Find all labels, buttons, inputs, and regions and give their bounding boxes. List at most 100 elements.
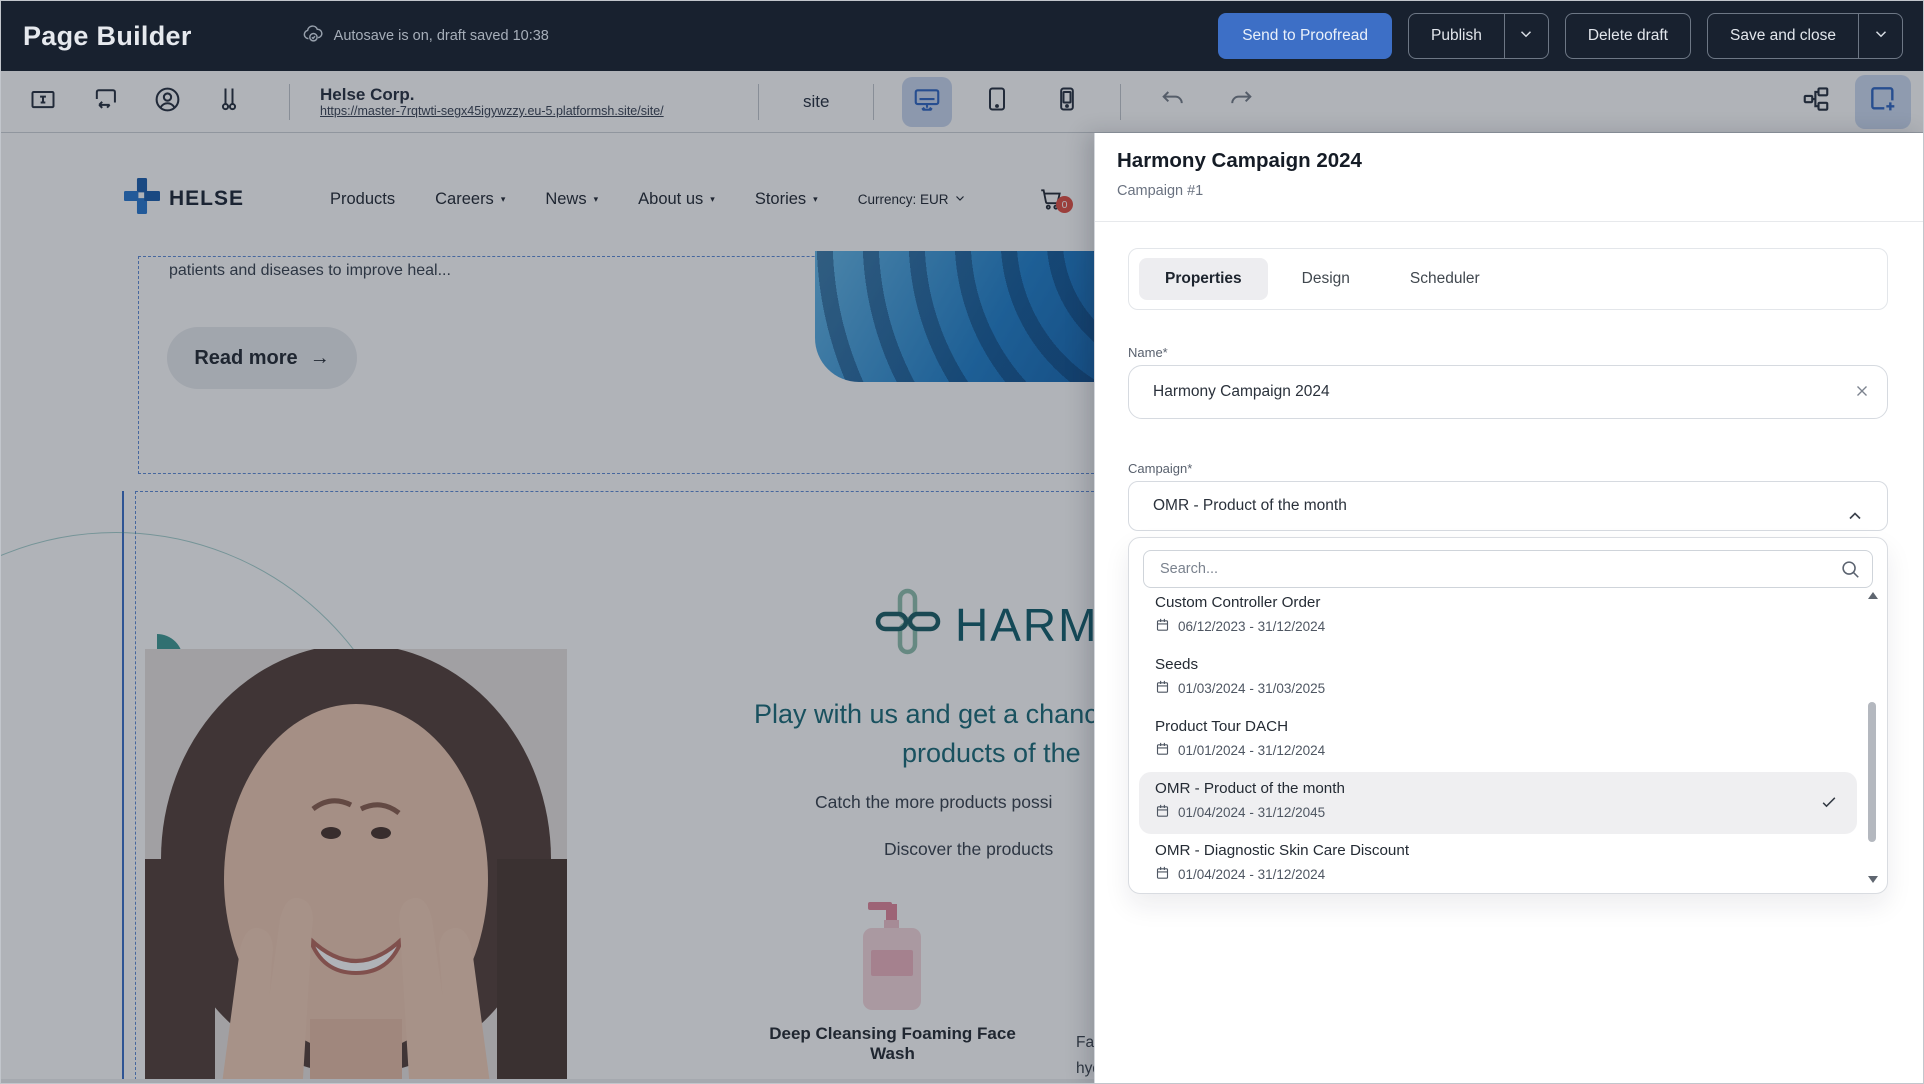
nav-label: Careers bbox=[435, 190, 494, 209]
campaign-option-selected[interactable]: OMR - Product of the month 01/04/2024 - … bbox=[1139, 772, 1857, 834]
dropdown-scrollbar[interactable] bbox=[1865, 590, 1879, 885]
settings-button[interactable] bbox=[209, 82, 249, 122]
toolbar-divider bbox=[1120, 84, 1121, 120]
top-bar: Page Builder Autosave is on, draft saved… bbox=[1, 1, 1924, 71]
harmony-brand-text: HARM bbox=[955, 598, 1094, 652]
option-dates-text: 06/12/2023 - 31/12/2024 bbox=[1178, 619, 1325, 634]
product-card[interactable]: Fac hyd bbox=[1060, 890, 1094, 1084]
mobile-view-button[interactable] bbox=[1042, 77, 1092, 127]
campaign-field-label: Campaign* bbox=[1128, 461, 1192, 476]
harmony-brand: HARM bbox=[875, 587, 1094, 662]
save-and-close-button[interactable]: Save and close bbox=[1707, 13, 1903, 59]
clear-name-button[interactable] bbox=[1853, 382, 1871, 405]
nav-label: News bbox=[545, 190, 586, 209]
campaign-subline1: Catch the more products possi bbox=[815, 792, 1052, 813]
option-name: Product Tour DACH bbox=[1155, 718, 1841, 735]
currency-selector[interactable]: Currency: EUR bbox=[858, 192, 967, 207]
delete-draft-label: Delete draft bbox=[1566, 27, 1690, 45]
preview-bottom-strip bbox=[1, 1079, 1094, 1084]
tab-design[interactable]: Design bbox=[1276, 258, 1376, 300]
properties-panel-button[interactable] bbox=[1855, 75, 1911, 129]
campaign-select[interactable]: OMR - Product of the month bbox=[1128, 481, 1888, 531]
campaign-option[interactable]: Seeds 01/03/2024 - 31/03/2025 bbox=[1139, 648, 1857, 710]
save-and-close-dropdown-toggle[interactable] bbox=[1858, 14, 1902, 58]
product-card[interactable]: Deep Cleansing Foaming Face Wash A highl… bbox=[745, 890, 1040, 1084]
undo-button[interactable] bbox=[1153, 82, 1193, 122]
site-url-link[interactable]: https://master-7rqtwti-segx45igywzzy.eu-… bbox=[320, 104, 740, 118]
tab-scheduler[interactable]: Scheduler bbox=[1384, 258, 1506, 300]
delete-draft-button[interactable]: Delete draft bbox=[1565, 13, 1691, 59]
autosave-text: Autosave is on, draft saved 10:38 bbox=[334, 28, 549, 44]
site-logo-text: HELSE bbox=[169, 187, 244, 211]
option-name: OMR - Product of the month bbox=[1155, 780, 1841, 797]
save-and-close-label: Save and close bbox=[1708, 27, 1858, 45]
campaign-option[interactable]: Product Tour DACH 01/01/2024 - 31/12/202… bbox=[1139, 710, 1857, 772]
calendar-icon bbox=[1155, 741, 1170, 759]
text-box-icon bbox=[29, 85, 57, 118]
nav-label: About us bbox=[638, 190, 703, 209]
search-input[interactable] bbox=[1143, 550, 1873, 588]
scroll-down-arrow[interactable] bbox=[1868, 876, 1878, 883]
calendar-icon bbox=[1155, 803, 1170, 821]
product-text-fragment: Fac bbox=[1076, 1030, 1094, 1056]
article-teaser-text: patients and diseases to improve heal... bbox=[169, 262, 451, 280]
site-logo[interactable]: HELSE bbox=[124, 178, 244, 219]
desktop-view-button[interactable] bbox=[902, 77, 952, 127]
cart-button[interactable]: 0 bbox=[1038, 186, 1064, 217]
cart-count-badge: 0 bbox=[1056, 196, 1073, 213]
helse-logo-icon bbox=[124, 178, 160, 219]
site-nav: Products Careers ▾ News▾ About us ▾ Storie… bbox=[330, 190, 966, 209]
nav-item-careers[interactable]: Careers ▾ bbox=[435, 190, 505, 209]
name-input[interactable] bbox=[1128, 365, 1888, 419]
product-title: Deep Cleansing Foaming Face Wash bbox=[745, 1024, 1040, 1064]
nav-item-news[interactable]: News▾ bbox=[545, 190, 598, 209]
nav-item-products[interactable]: Products bbox=[330, 190, 395, 209]
nav-item-stories[interactable]: Stories▾ bbox=[755, 190, 818, 209]
option-dates: 06/12/2023 - 31/12/2024 bbox=[1155, 617, 1841, 635]
insert-text-block-button[interactable] bbox=[23, 82, 63, 122]
redo-icon bbox=[1227, 85, 1255, 118]
product-image bbox=[850, 902, 936, 1010]
option-name: OMR - Diagnostic Skin Care Discount bbox=[1155, 842, 1841, 859]
caret-down-icon: ▾ bbox=[710, 194, 715, 205]
caret-down-icon: ▾ bbox=[501, 194, 506, 205]
campaign-headline-line2: products of the bbox=[902, 738, 1081, 769]
send-to-proofread-button[interactable]: Send to Proofread bbox=[1218, 13, 1392, 59]
calendar-icon bbox=[1155, 679, 1170, 697]
chevron-down-icon bbox=[1872, 25, 1890, 48]
article-image bbox=[815, 251, 1094, 382]
page-builder-app: Page Builder Autosave is on, draft saved… bbox=[0, 0, 1924, 1084]
swap-frame-button[interactable] bbox=[85, 82, 125, 122]
site-name: Helse Corp. bbox=[320, 85, 740, 104]
publish-button[interactable]: Publish bbox=[1408, 13, 1549, 59]
tablet-view-button[interactable] bbox=[972, 77, 1022, 127]
publish-dropdown-toggle[interactable] bbox=[1504, 14, 1548, 58]
site-selector[interactable]: site bbox=[803, 92, 829, 112]
scroll-up-arrow[interactable] bbox=[1868, 592, 1878, 599]
campaign-option[interactable]: OMR - Diagnostic Skin Care Discount 01/0… bbox=[1139, 834, 1857, 896]
tab-properties[interactable]: Properties bbox=[1139, 258, 1268, 300]
campaign-option[interactable]: Custom Controller Order 06/12/2023 - 31/… bbox=[1139, 586, 1857, 648]
autosave-status: Autosave is on, draft saved 10:38 bbox=[302, 23, 549, 49]
campaign-subline2: Discover the products bbox=[884, 839, 1053, 860]
site-tree-button[interactable] bbox=[1793, 79, 1839, 125]
nav-item-about-us[interactable]: About us ▾ bbox=[638, 190, 715, 209]
dropdown-search bbox=[1143, 550, 1873, 588]
read-more-button[interactable]: Read more → bbox=[167, 327, 357, 389]
content-block-article[interactable]: patients and diseases to improve heal...… bbox=[138, 256, 1094, 474]
panel-subtitle: Campaign #1 bbox=[1117, 183, 1203, 199]
redo-button[interactable] bbox=[1221, 82, 1261, 122]
toolbar-divider bbox=[289, 84, 290, 120]
harmony-logo-icon bbox=[875, 587, 941, 662]
model-photo bbox=[145, 649, 567, 1084]
check-icon bbox=[1819, 792, 1839, 817]
option-name: Custom Controller Order bbox=[1155, 594, 1841, 611]
scrollbar-thumb[interactable] bbox=[1868, 702, 1876, 842]
publish-label: Publish bbox=[1409, 27, 1504, 45]
frame-swap-icon bbox=[91, 85, 119, 118]
option-dates-text: 01/04/2024 - 31/12/2024 bbox=[1178, 867, 1325, 882]
sliders-vertical-icon bbox=[215, 85, 243, 118]
account-button[interactable] bbox=[147, 82, 187, 122]
panel-title: Harmony Campaign 2024 bbox=[1117, 149, 1362, 173]
content-block-campaign[interactable]: HARM Play with us and get a chanc produc… bbox=[135, 491, 1094, 1084]
